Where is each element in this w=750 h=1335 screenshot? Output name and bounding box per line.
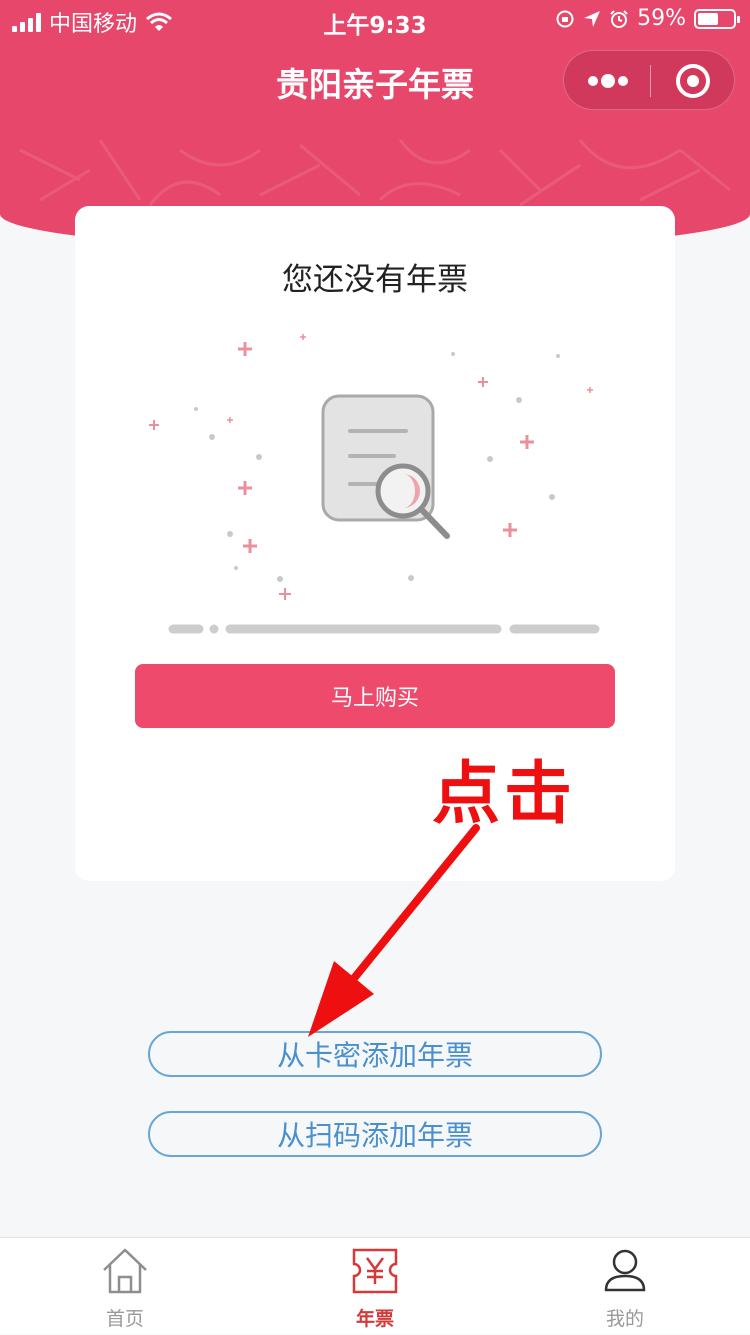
click-annotation: 点击 (432, 755, 577, 834)
empty-state-card: 您还没有年票 马上购买 (75, 206, 675, 881)
mini-program-capsule (563, 50, 735, 110)
add-by-card-button[interactable]: 从卡密添加年票 (148, 1031, 602, 1077)
location-icon (584, 10, 601, 27)
ticket-yen-icon (352, 1248, 398, 1294)
tab-mine[interactable]: 我的 (500, 1238, 750, 1335)
add-by-scan-button[interactable]: 从扫码添加年票 (148, 1111, 602, 1157)
battery-icon (694, 8, 740, 29)
tab-mine-label: 我的 (605, 1308, 644, 1330)
user-icon (604, 1249, 646, 1292)
buy-now-button[interactable]: 马上购买 (135, 664, 615, 728)
tab-annual-ticket-label: 年票 (355, 1308, 394, 1330)
home-icon (103, 1248, 147, 1294)
more-icon[interactable] (588, 71, 628, 91)
empty-state-title: 您还没有年票 (282, 262, 468, 298)
empty-document-illustration (149, 334, 600, 634)
tab-home[interactable]: 首页 (0, 1238, 250, 1335)
rotation-lock-icon (556, 10, 574, 27)
battery-percent: 59% (637, 6, 686, 31)
tab-home-label: 首页 (105, 1308, 144, 1330)
capsule-divider (650, 65, 651, 97)
status-bar: 中国移动 上午9:33 59% (0, 0, 750, 40)
tab-bar: 首页 年票 我的 (0, 1237, 750, 1334)
tab-annual-ticket[interactable]: 年票 (250, 1238, 500, 1335)
close-icon[interactable] (676, 64, 710, 98)
alarm-icon (610, 9, 628, 28)
